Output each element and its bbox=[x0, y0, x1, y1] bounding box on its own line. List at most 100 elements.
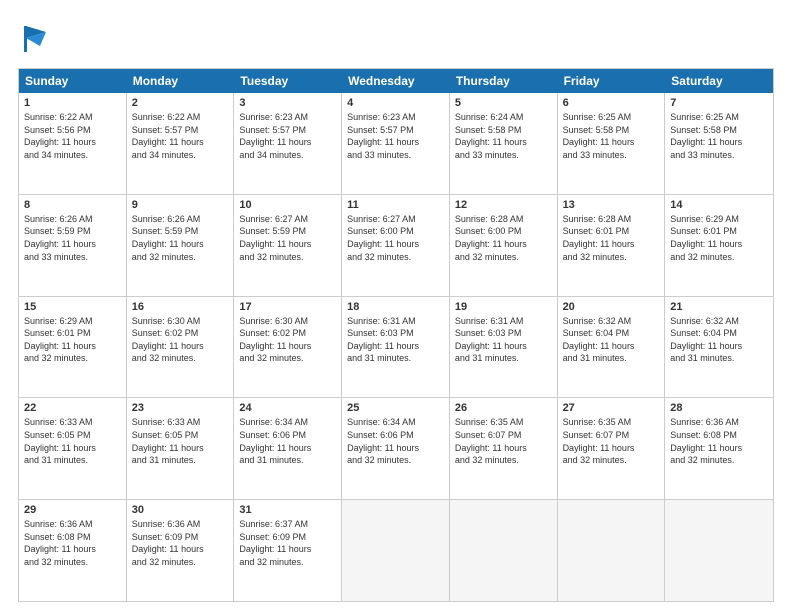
day-cell-24: 24 Sunrise: 6:34 AM Sunset: 6:06 PM Dayli… bbox=[234, 398, 342, 499]
day-info: Sunrise: 6:26 AM Sunset: 5:59 PM Dayligh… bbox=[132, 213, 229, 263]
day-cell-16: 16Sunrise: 6:30 AM Sunset: 6:02 PM Dayli… bbox=[127, 297, 235, 398]
calendar-header-thursday: Thursday bbox=[450, 69, 558, 93]
day-number: 26 bbox=[455, 402, 552, 414]
day-number: 22 bbox=[24, 402, 121, 414]
day-cell-5: 5 Sunrise: 6:24 AM Sunset: 5:58 PM Daylig… bbox=[450, 93, 558, 194]
day-number: 27 bbox=[563, 402, 660, 414]
day-info: Sunrise: 6:36 AM Sunset: 6:09 PM Dayligh… bbox=[132, 518, 229, 568]
day-number: 21 bbox=[670, 301, 768, 313]
day-cell-10: 10 Sunrise: 6:27 AM Sunset: 5:59 PM Dayli… bbox=[234, 195, 342, 296]
day-cell-9: 9 Sunrise: 6:26 AM Sunset: 5:59 PM Daylig… bbox=[127, 195, 235, 296]
day-info: Sunrise: 6:27 AM Sunset: 6:00 PM Dayligh… bbox=[347, 213, 444, 263]
calendar-header-saturday: Saturday bbox=[665, 69, 773, 93]
day-number: 17 bbox=[239, 301, 336, 313]
day-cell-25: 25 Sunrise: 6:34 AM Sunset: 6:06 PM Dayli… bbox=[342, 398, 450, 499]
day-cell-23: 23 Sunrise: 6:33 AM Sunset: 6:05 PM Dayli… bbox=[127, 398, 235, 499]
day-number: 25 bbox=[347, 402, 444, 414]
empty-cell bbox=[342, 500, 450, 601]
day-number: 5 bbox=[455, 97, 552, 109]
day-number: 10 bbox=[239, 199, 336, 211]
day-cell-17: 17 Sunrise: 6:30 AM Sunset: 6:02 PM Dayli… bbox=[234, 297, 342, 398]
day-info: Sunrise: 6:30 AM Sunset: 6:02 PM Dayligh… bbox=[132, 315, 229, 365]
day-info: Sunrise: 6:35 AM Sunset: 6:07 PM Dayligh… bbox=[455, 416, 552, 466]
day-info: Sunrise: 6:34 AM Sunset: 6:06 PM Dayligh… bbox=[239, 416, 336, 466]
day-cell-13: 13Sunrise: 6:28 AM Sunset: 6:01 PM Dayli… bbox=[558, 195, 666, 296]
day-cell-31: 31 Sunrise: 6:37 AM Sunset: 6:09 PM Dayli… bbox=[234, 500, 342, 601]
day-info: Sunrise: 6:32 AM Sunset: 6:04 PM Dayligh… bbox=[563, 315, 660, 365]
day-info: Sunrise: 6:29 AM Sunset: 6:01 PM Dayligh… bbox=[670, 213, 768, 263]
day-cell-18: 18Sunrise: 6:31 AM Sunset: 6:03 PM Dayli… bbox=[342, 297, 450, 398]
day-number: 7 bbox=[670, 97, 768, 109]
logo-icon bbox=[18, 18, 58, 58]
header bbox=[18, 18, 774, 58]
day-number: 20 bbox=[563, 301, 660, 313]
day-number: 30 bbox=[132, 504, 229, 516]
calendar-header-monday: Monday bbox=[127, 69, 235, 93]
day-info: Sunrise: 6:26 AM Sunset: 5:59 PM Dayligh… bbox=[24, 213, 121, 263]
day-number: 31 bbox=[239, 504, 336, 516]
calendar-header-wednesday: Wednesday bbox=[342, 69, 450, 93]
calendar-header-sunday: Sunday bbox=[19, 69, 127, 93]
day-info: Sunrise: 6:27 AM Sunset: 5:59 PM Dayligh… bbox=[239, 213, 336, 263]
day-info: Sunrise: 6:37 AM Sunset: 6:09 PM Dayligh… bbox=[239, 518, 336, 568]
day-cell-3: 3 Sunrise: 6:23 AM Sunset: 5:57 PM Daylig… bbox=[234, 93, 342, 194]
day-number: 12 bbox=[455, 199, 552, 211]
day-info: Sunrise: 6:25 AM Sunset: 5:58 PM Dayligh… bbox=[563, 111, 660, 161]
day-number: 6 bbox=[563, 97, 660, 109]
day-number: 23 bbox=[132, 402, 229, 414]
day-info: Sunrise: 6:28 AM Sunset: 6:00 PM Dayligh… bbox=[455, 213, 552, 263]
day-info: Sunrise: 6:35 AM Sunset: 6:07 PM Dayligh… bbox=[563, 416, 660, 466]
day-cell-1: 1 Sunrise: 6:22 AM Sunset: 5:56 PM Daylig… bbox=[19, 93, 127, 194]
day-cell-6: 6 Sunrise: 6:25 AM Sunset: 5:58 PM Daylig… bbox=[558, 93, 666, 194]
day-number: 1 bbox=[24, 97, 121, 109]
calendar-header-tuesday: Tuesday bbox=[234, 69, 342, 93]
day-number: 9 bbox=[132, 199, 229, 211]
empty-cell bbox=[450, 500, 558, 601]
day-number: 24 bbox=[239, 402, 336, 414]
day-info: Sunrise: 6:23 AM Sunset: 5:57 PM Dayligh… bbox=[347, 111, 444, 161]
day-number: 15 bbox=[24, 301, 121, 313]
day-info: Sunrise: 6:33 AM Sunset: 6:05 PM Dayligh… bbox=[24, 416, 121, 466]
calendar-week-5: 29Sunrise: 6:36 AM Sunset: 6:08 PM Dayli… bbox=[19, 499, 773, 601]
day-cell-14: 14Sunrise: 6:29 AM Sunset: 6:01 PM Dayli… bbox=[665, 195, 773, 296]
day-cell-21: 21 Sunrise: 6:32 AM Sunset: 6:04 PM Dayli… bbox=[665, 297, 773, 398]
day-info: Sunrise: 6:31 AM Sunset: 6:03 PM Dayligh… bbox=[455, 315, 552, 365]
day-number: 19 bbox=[455, 301, 552, 313]
day-cell-11: 11 Sunrise: 6:27 AM Sunset: 6:00 PM Dayli… bbox=[342, 195, 450, 296]
calendar-body: 1 Sunrise: 6:22 AM Sunset: 5:56 PM Daylig… bbox=[19, 93, 773, 601]
day-info: Sunrise: 6:28 AM Sunset: 6:01 PM Dayligh… bbox=[563, 213, 660, 263]
day-number: 3 bbox=[239, 97, 336, 109]
day-number: 28 bbox=[670, 402, 768, 414]
day-cell-7: 7 Sunrise: 6:25 AM Sunset: 5:58 PM Daylig… bbox=[665, 93, 773, 194]
empty-cell bbox=[558, 500, 666, 601]
day-cell-4: 4Sunrise: 6:23 AM Sunset: 5:57 PM Daylig… bbox=[342, 93, 450, 194]
day-cell-27: 27 Sunrise: 6:35 AM Sunset: 6:07 PM Dayli… bbox=[558, 398, 666, 499]
calendar-week-2: 8 Sunrise: 6:26 AM Sunset: 5:59 PM Daylig… bbox=[19, 194, 773, 296]
day-cell-29: 29Sunrise: 6:36 AM Sunset: 6:08 PM Dayli… bbox=[19, 500, 127, 601]
day-info: Sunrise: 6:22 AM Sunset: 5:56 PM Dayligh… bbox=[24, 111, 121, 161]
day-info: Sunrise: 6:32 AM Sunset: 6:04 PM Dayligh… bbox=[670, 315, 768, 365]
day-number: 29 bbox=[24, 504, 121, 516]
day-number: 11 bbox=[347, 199, 444, 211]
day-cell-26: 26 Sunrise: 6:35 AM Sunset: 6:07 PM Dayli… bbox=[450, 398, 558, 499]
day-cell-20: 20 Sunrise: 6:32 AM Sunset: 6:04 PM Dayli… bbox=[558, 297, 666, 398]
day-cell-19: 19 Sunrise: 6:31 AM Sunset: 6:03 PM Dayli… bbox=[450, 297, 558, 398]
day-info: Sunrise: 6:23 AM Sunset: 5:57 PM Dayligh… bbox=[239, 111, 336, 161]
day-info: Sunrise: 6:33 AM Sunset: 6:05 PM Dayligh… bbox=[132, 416, 229, 466]
calendar-header-friday: Friday bbox=[558, 69, 666, 93]
day-cell-30: 30 Sunrise: 6:36 AM Sunset: 6:09 PM Dayli… bbox=[127, 500, 235, 601]
day-cell-2: 2Sunrise: 6:22 AM Sunset: 5:57 PM Daylig… bbox=[127, 93, 235, 194]
day-number: 18 bbox=[347, 301, 444, 313]
day-number: 2 bbox=[132, 97, 229, 109]
day-info: Sunrise: 6:30 AM Sunset: 6:02 PM Dayligh… bbox=[239, 315, 336, 365]
calendar: SundayMondayTuesdayWednesdayThursdayFrid… bbox=[18, 68, 774, 602]
calendar-week-3: 15Sunrise: 6:29 AM Sunset: 6:01 PM Dayli… bbox=[19, 296, 773, 398]
day-cell-22: 22 Sunrise: 6:33 AM Sunset: 6:05 PM Dayli… bbox=[19, 398, 127, 499]
empty-cell bbox=[665, 500, 773, 601]
day-info: Sunrise: 6:24 AM Sunset: 5:58 PM Dayligh… bbox=[455, 111, 552, 161]
day-info: Sunrise: 6:25 AM Sunset: 5:58 PM Dayligh… bbox=[670, 111, 768, 161]
day-info: Sunrise: 6:34 AM Sunset: 6:06 PM Dayligh… bbox=[347, 416, 444, 466]
day-number: 8 bbox=[24, 199, 121, 211]
calendar-week-1: 1 Sunrise: 6:22 AM Sunset: 5:56 PM Daylig… bbox=[19, 93, 773, 194]
day-cell-8: 8 Sunrise: 6:26 AM Sunset: 5:59 PM Daylig… bbox=[19, 195, 127, 296]
